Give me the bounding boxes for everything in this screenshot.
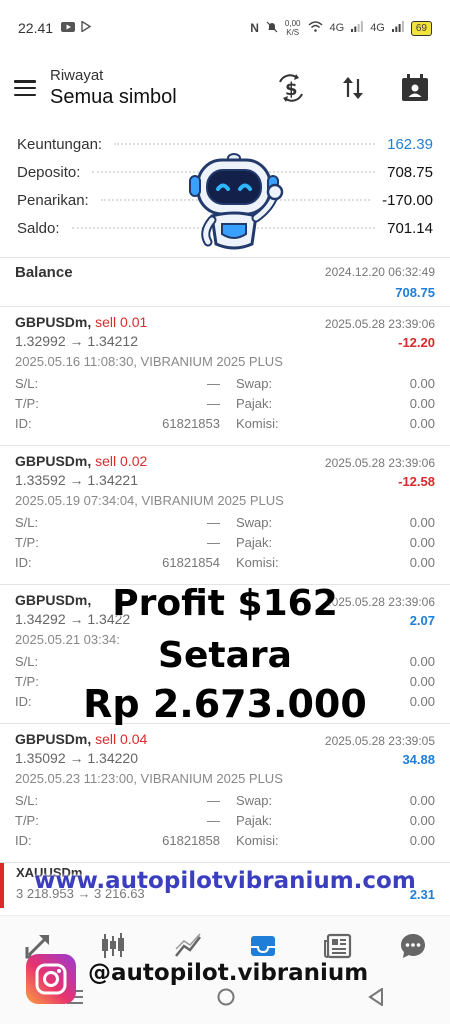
trade-profit: 34.88 [402,752,435,767]
speed-unit: K/S [286,28,300,37]
tax-value: 0.00 [409,535,435,550]
id-value: 61821854 [162,555,220,570]
trade-open-info: 2025.05.23 11:23:00, VIBRANIUM 2025 PLUS [15,771,283,786]
home-icon[interactable] [217,988,235,1011]
trade-row[interactable]: GBPUSDm, sell 0.01 2025.05.28 23:39:06 1.… [0,307,450,446]
signal-icon [351,21,364,35]
trade-open-info: 2025.05.19 07:34:04, VIBRANIUM 2025 PLUS [15,493,284,508]
sl-value: — [207,376,220,391]
sl-value: — [207,793,220,808]
balance-amount: 708.75 [395,285,435,300]
sl-label: S/L: [15,376,39,391]
youtube-icon [61,21,76,35]
id-value: 61821858 [162,833,220,848]
swap-value: 0.00 [409,376,435,391]
summary-value: 701.14 [381,219,433,237]
commission-value: 0.00 [409,416,435,431]
swap-value: 0.00 [409,515,435,530]
page-subtitle: Riwayat [50,67,104,84]
wifi-icon [307,21,323,35]
trade-row[interactable]: GBPUSDm, sell 0.04 2025.05.28 23:39:05 1.… [0,724,450,863]
status-time: 22.41 [18,20,54,36]
speed-value: 0,00 [284,19,301,28]
sl-label: S/L: [15,793,39,808]
page-title: Semua simbol [50,86,177,108]
tp-label: T/P: [15,813,39,828]
app-bar: Riwayat Semua simbol $ [0,56,450,120]
swap-label: Swap: [236,515,273,530]
balance-date: 2024.12.20 06:32:49 [324,265,435,279]
sort-icon[interactable] [336,71,370,105]
sl-label: S/L: [15,515,39,530]
swap-label: Swap: [236,793,273,808]
network-speed: 0,00 K/S [285,19,301,37]
summary-label: Saldo: [17,219,66,237]
trade-prices: 1.33592 → 1.34221 [15,472,138,488]
nfc-icon: N [250,21,259,35]
play-store-icon [81,20,92,35]
overlay-equivalent: Setara [158,635,292,676]
instagram-icon [26,954,76,1004]
promo-url: www.autopilotvibranium.com [34,868,416,894]
tax-value: 0.00 [409,396,435,411]
summary-value: 708.75 [381,163,433,181]
trade-profit: -12.20 [398,335,435,350]
summary-label: Keuntungan: [17,135,109,153]
battery-indicator: 69 [410,20,432,36]
sl-value: — [207,515,220,530]
trade-side: sell 0.01 [95,314,148,330]
tp-value: — [207,535,220,550]
signal-icon-2 [391,21,404,35]
robot-mascot-icon [182,148,286,256]
id-label: ID: [15,416,32,431]
tp-value: — [207,396,220,411]
trade-symbol: GBPUSDm, [15,453,92,469]
calendar-icon[interactable] [398,71,432,105]
trade-side: sell 0.02 [95,453,148,469]
title-block[interactable]: Riwayat Semua simbol [50,67,177,109]
trade-open-info: 2025.05.16 11:08:30, VIBRANIUM 2025 PLUS [15,354,283,369]
commission-value: 0.00 [409,555,435,570]
commission-label: Komisi: [236,416,279,431]
id-label: ID: [15,555,32,570]
status-bar: 22.41 N 0,00 K/S 4G 4G 69 [0,0,450,56]
overlay-rupiah: Rp 2.673.000 [83,682,367,726]
trade-prices: 1.35092 → 1.34220 [15,750,138,766]
summary-value: 162.39 [381,135,433,153]
commission-label: Komisi: [236,833,279,848]
commission-value: 0.00 [409,833,435,848]
tax-label: Pajak: [236,535,273,550]
trade-symbol: GBPUSDm, [15,731,92,747]
tax-label: Pajak: [236,813,273,828]
mute-icon [266,21,278,36]
trade-side: sell 0.04 [95,731,148,747]
overlay-profit: Profit $162 [112,583,338,624]
swap-label: Swap: [236,376,273,391]
hamburger-menu-icon[interactable] [14,80,36,96]
summary-label: Penarikan: [17,191,95,209]
trade-symbol: GBPUSDm, [15,314,92,330]
tax-label: Pajak: [236,396,273,411]
network-type-1: 4G [329,22,345,34]
network-type-2: 4G [370,22,385,34]
id-value: 61821853 [162,416,220,431]
summary-label: Deposito: [17,163,87,181]
tp-label: T/P: [15,535,39,550]
chat-icon[interactable] [393,926,433,966]
tp-value: — [207,813,220,828]
swap-value: 0.00 [409,793,435,808]
trade-row[interactable]: GBPUSDm, sell 0.02 2025.05.28 23:39:06 1.… [0,446,450,585]
commission-label: Komisi: [236,555,279,570]
tax-value: 0.00 [409,813,435,828]
tp-label: T/P: [15,396,39,411]
back-icon[interactable] [367,987,384,1011]
balance-row[interactable]: Balance 2024.12.20 06:32:49 708.75 [0,258,450,306]
instagram-handle: @autopilot.vibranium [88,960,369,986]
id-label: ID: [15,833,32,848]
summary-value: -170.00 [376,191,433,209]
trade-prices: 1.32992 → 1.34212 [15,333,138,349]
currency-exchange-icon[interactable]: $ [274,71,308,105]
trade-profit: -12.58 [398,474,435,489]
